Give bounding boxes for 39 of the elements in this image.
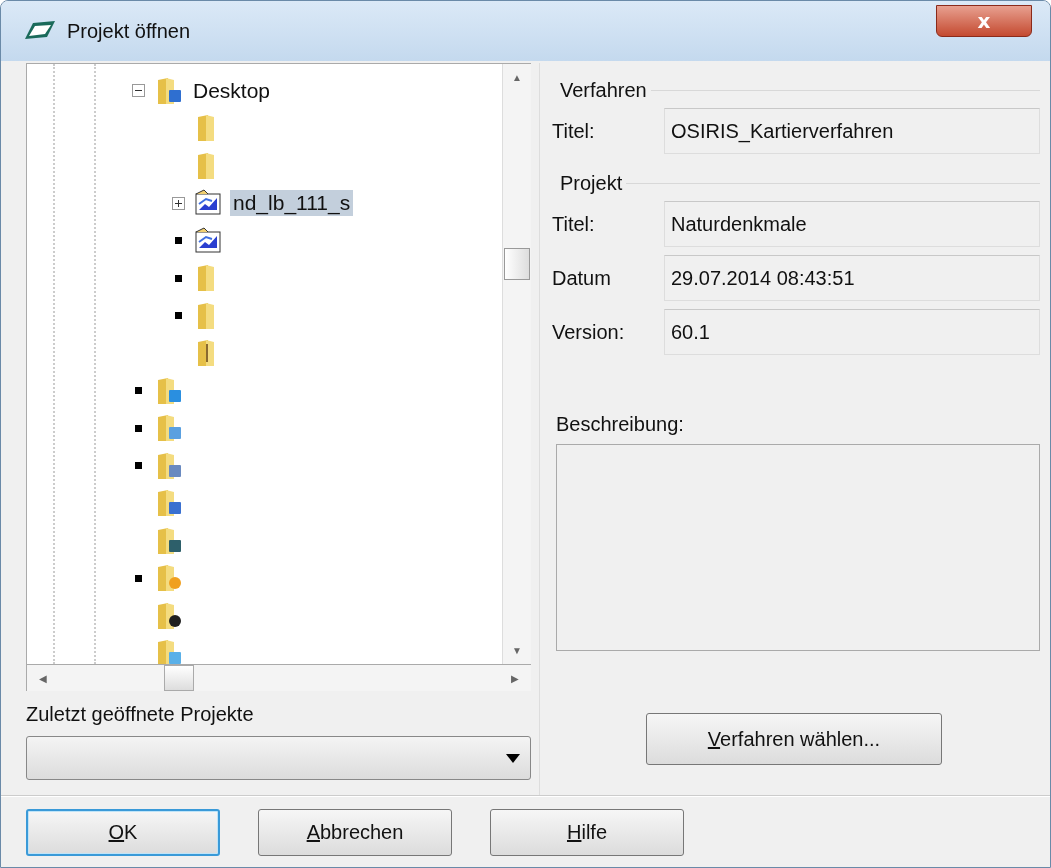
- scroll-right-button[interactable]: ▶: [511, 672, 519, 684]
- recent-projects-dropdown[interactable]: [26, 736, 531, 780]
- collapse-icon[interactable]: [131, 84, 145, 98]
- scroll-down-button[interactable]: ▼: [512, 645, 522, 656]
- tree-item[interactable]: nd_lb_111_s: [230, 190, 354, 217]
- group-heading: Projekt: [560, 172, 623, 195]
- dialog-button[interactable]: OK: [26, 808, 220, 856]
- field-label: Version:: [551, 320, 626, 344]
- expand-icon[interactable]: [134, 387, 142, 395]
- dialog-button[interactable]: Abbrechen: [258, 808, 452, 856]
- field-label: Titel:: [551, 212, 596, 236]
- expand-icon[interactable]: [134, 462, 142, 470]
- tree-item[interactable]: Desktop: [190, 77, 274, 104]
- close-button[interactable]: x: [936, 5, 1032, 37]
- scroll-thumb[interactable]: [504, 248, 530, 280]
- read-only-field: Naturdenkmale: [664, 201, 1040, 247]
- expand-icon[interactable]: [134, 574, 142, 582]
- expand-icon[interactable]: [171, 196, 185, 210]
- vertical-scrollbar[interactable]: ▲ ▼: [502, 64, 531, 664]
- read-only-field: 29.07.2014 08:43:51: [664, 255, 1040, 301]
- expand-icon[interactable]: [174, 312, 182, 320]
- choose-procedure-button[interactable]: Verfahren wählen...: [646, 713, 942, 765]
- horizontal-scrollbar[interactable]: ◀ ▶: [26, 665, 531, 691]
- description-label: Beschreibung:: [556, 413, 685, 436]
- read-only-field: 60.1: [664, 309, 1040, 355]
- dialog-button[interactable]: Hilfe: [490, 808, 684, 856]
- scroll-left-button[interactable]: ◀: [39, 672, 47, 684]
- dropdown-arrow-icon: [506, 753, 520, 763]
- field-label: Titel:: [551, 119, 596, 143]
- expand-icon[interactable]: [174, 274, 182, 282]
- expand-icon[interactable]: [134, 424, 142, 432]
- window-title: Projekt öffnen: [67, 19, 192, 43]
- recent-projects-label: Zuletzt geöffnete Projekte: [26, 703, 255, 726]
- field-label: Datum: [551, 266, 612, 290]
- scroll-up-button[interactable]: ▲: [512, 72, 522, 83]
- read-only-field: OSIRIS_Kartierverfahren: [664, 108, 1040, 154]
- expand-icon[interactable]: [174, 237, 182, 245]
- group-heading: Verfahren: [560, 79, 647, 102]
- scroll-thumb[interactable]: [164, 665, 194, 691]
